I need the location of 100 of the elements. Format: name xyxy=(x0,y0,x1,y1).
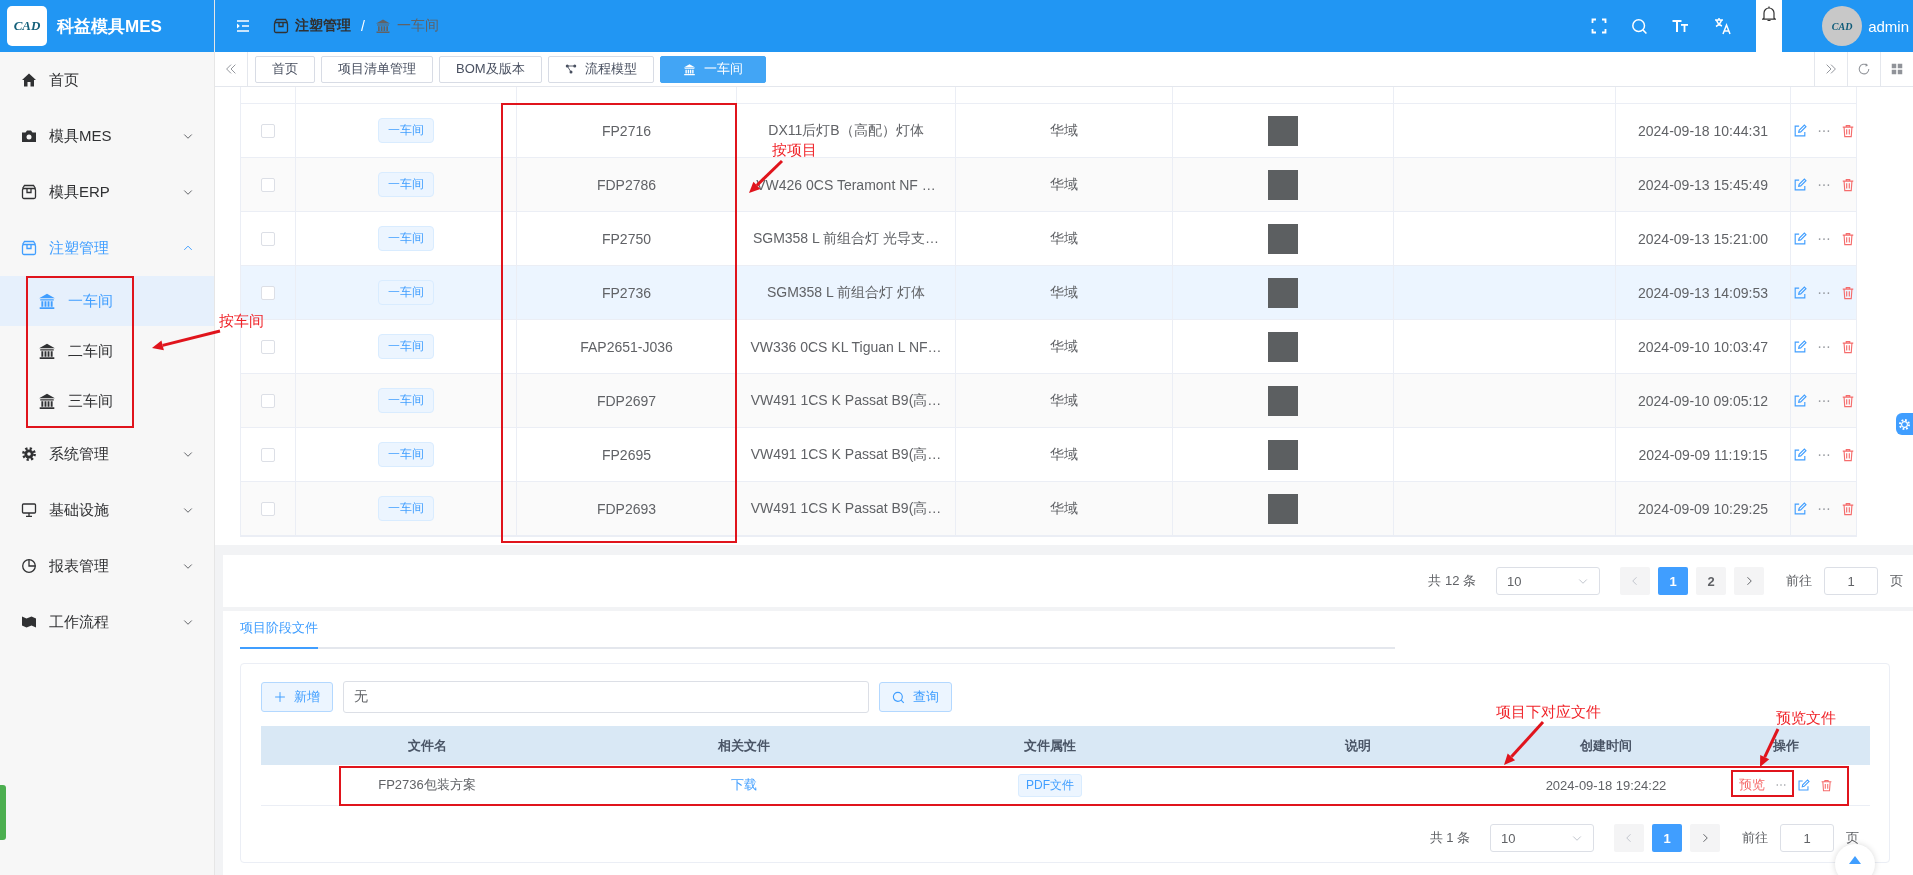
sidebar-item[interactable]: 系统管理 xyxy=(0,426,214,482)
breadcrumb-item[interactable]: 注塑管理 xyxy=(295,17,351,35)
customer-name: 华域 xyxy=(1050,337,1078,356)
workshop-tag: 一车间 xyxy=(378,118,434,143)
trash-icon[interactable] xyxy=(1840,285,1855,300)
page-unit-label: 页 xyxy=(1890,572,1903,590)
sidebar-item[interactable]: 报表管理 xyxy=(0,538,214,594)
photo-placeholder xyxy=(1268,115,1298,146)
annotation-arrow xyxy=(152,329,221,351)
customer-name: 华域 xyxy=(1050,499,1078,518)
page-size-select[interactable]: 10 xyxy=(1490,824,1594,852)
row-checkbox[interactable] xyxy=(261,231,275,246)
user-avatar[interactable]: CAD xyxy=(1822,6,1863,46)
workshop-tag: 一车间 xyxy=(378,496,434,521)
package-icon xyxy=(273,18,289,34)
search-icon[interactable] xyxy=(1631,17,1649,35)
trash-icon[interactable] xyxy=(1840,501,1855,516)
sidebar-item[interactable]: 首页 xyxy=(0,52,214,108)
page-tab[interactable]: 项目清单管理 xyxy=(321,55,433,83)
translate-icon[interactable] xyxy=(1714,17,1733,35)
row-checkbox[interactable] xyxy=(261,339,275,354)
edit-icon[interactable] xyxy=(1792,231,1807,246)
trash-icon[interactable] xyxy=(1840,339,1855,354)
goto-label: 前往 xyxy=(1786,572,1812,590)
photo-placeholder xyxy=(1268,493,1298,524)
logo: CAD xyxy=(7,6,47,46)
notification-button[interactable] xyxy=(1756,0,1783,52)
trash-icon[interactable] xyxy=(1840,231,1855,246)
table-row[interactable]: 一车间 FDP2693 VW491 1CS K Passat B9(高… 华域 2024-09-09 10:29:25 xyxy=(241,482,1856,536)
edit-icon[interactable] xyxy=(1796,778,1810,792)
trash-icon[interactable] xyxy=(1840,447,1855,462)
page-tab[interactable]: 首页 xyxy=(255,55,315,83)
created-time: 2024-09-09 10:29:25 xyxy=(1638,500,1768,517)
sidebar-item[interactable]: 工作流程 xyxy=(0,594,214,650)
trash-icon[interactable] xyxy=(1819,778,1833,792)
row-checkbox[interactable] xyxy=(261,447,275,462)
row-checkbox[interactable] xyxy=(261,501,275,516)
map-icon xyxy=(21,614,37,630)
customer-name: 华域 xyxy=(1050,283,1078,302)
created-time: 2024-09-13 15:21:00 xyxy=(1638,230,1768,247)
bank-icon xyxy=(38,292,56,310)
row-checkbox[interactable] xyxy=(261,393,275,408)
package-icon xyxy=(21,184,37,200)
project-code: FP2695 xyxy=(601,446,651,463)
search-field[interactable]: 无 xyxy=(343,681,869,713)
column-header: 操作 xyxy=(1772,736,1799,755)
sidebar-item[interactable]: 基础设施 xyxy=(0,482,214,538)
project-name: VW491 1CS K Passat B9(高… xyxy=(750,391,942,410)
annotation-arrow xyxy=(1504,721,1545,765)
workshop-tag: 一车间 xyxy=(378,280,434,305)
trash-icon[interactable] xyxy=(1840,123,1855,138)
edit-icon[interactable] xyxy=(1792,393,1807,408)
trash-icon[interactable] xyxy=(1840,177,1855,192)
sidebar-subitem[interactable]: 三车间 xyxy=(0,376,214,426)
row-checkbox[interactable] xyxy=(261,123,275,138)
created-time: 2024-09-13 14:09:53 xyxy=(1638,284,1768,301)
monitor-icon xyxy=(21,502,37,518)
table-row[interactable]: 一车间 FP2750 SGM358 L 前组合灯 光导支… 华域 2024-09-13 15:21:00 xyxy=(241,212,1856,266)
bank-icon xyxy=(374,18,391,34)
table-row[interactable]: 一车间 FDP2697 VW491 1CS K Passat B9(高… 华域 2024-09-10 09:05:12 xyxy=(241,374,1856,428)
edit-icon[interactable] xyxy=(1792,339,1807,354)
sidebar-item[interactable]: 模具MES xyxy=(0,108,214,164)
text-size-icon[interactable] xyxy=(1672,18,1691,34)
customer-name: 华域 xyxy=(1050,175,1078,194)
annotation-label: 项目下对应文件 xyxy=(1496,703,1601,722)
fullscreen-icon[interactable] xyxy=(1591,18,1608,34)
photo-placeholder xyxy=(1268,331,1298,362)
bank-icon xyxy=(38,392,56,410)
page-size-select[interactable]: 10 xyxy=(1496,567,1600,595)
customer-name: 华域 xyxy=(1050,121,1078,140)
created-time: 2024-09-18 10:44:31 xyxy=(1638,122,1768,139)
settings-button[interactable] xyxy=(1896,413,1913,435)
trash-icon[interactable] xyxy=(1840,393,1855,408)
sidebar-item[interactable]: 模具ERP xyxy=(0,164,214,220)
workshop-tag: 一车间 xyxy=(378,442,434,467)
edit-icon[interactable] xyxy=(1792,501,1807,516)
edit-icon[interactable] xyxy=(1792,285,1807,300)
package-icon xyxy=(21,240,37,256)
page-tab[interactable]: 流程模型 xyxy=(547,55,654,83)
page-tab[interactable]: BOM及版本 xyxy=(439,55,542,83)
file-name: FP2736包装方案 xyxy=(378,776,476,794)
edit-icon[interactable] xyxy=(1792,447,1807,462)
customer-name: 华域 xyxy=(1050,229,1078,248)
page-button[interactable]: 2 xyxy=(1696,567,1726,595)
breadcrumb-item: 一车间 xyxy=(396,17,439,35)
sidebar-subitem[interactable]: 二车间 xyxy=(0,326,214,376)
total-count: 共 12 条 xyxy=(1428,572,1476,590)
project-code: FP2750 xyxy=(601,230,651,247)
row-checkbox[interactable] xyxy=(261,285,275,300)
caret-up-icon xyxy=(1849,856,1861,864)
project-code: FDP2697 xyxy=(596,392,657,409)
page-input[interactable]: 1 xyxy=(1780,824,1834,852)
menu-fold-icon[interactable] xyxy=(235,18,251,34)
row-checkbox[interactable] xyxy=(261,177,275,192)
table-row[interactable]: 一车间 FP2695 VW491 1CS K Passat B9(高… 华域 2024-09-09 11:19:15 xyxy=(241,428,1856,482)
edit-icon[interactable] xyxy=(1792,177,1807,192)
edit-icon[interactable] xyxy=(1792,123,1807,138)
project-code: FDP2693 xyxy=(596,500,657,517)
gear-icon xyxy=(1898,417,1911,431)
page-input[interactable]: 1 xyxy=(1824,567,1878,595)
